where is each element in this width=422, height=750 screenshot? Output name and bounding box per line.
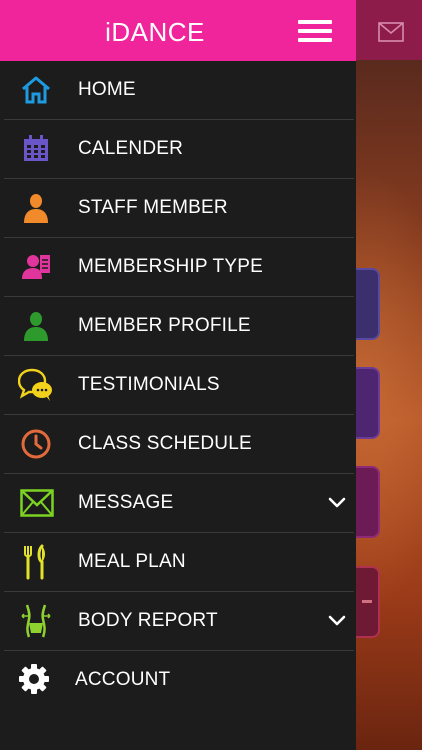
navigation-drawer: iDANCE HOME CALENDER STAFF MEMBER MEMBER…	[0, 0, 356, 750]
staff-member-icon	[24, 194, 48, 223]
membership-type-icon	[22, 255, 50, 279]
fork-knife-icon	[24, 544, 45, 580]
menu-item-label: ACCOUNT	[75, 669, 171, 690]
chevron-down-icon[interactable]	[328, 494, 346, 512]
drawer-header: iDANCE	[0, 0, 356, 61]
menu-item-label: STAFF MEMBER	[78, 197, 228, 218]
menu-item-member-profile[interactable]: MEMBER PROFILE	[4, 297, 354, 356]
drawer-menu: HOME CALENDER STAFF MEMBER MEMBERSHIP TY…	[0, 61, 356, 709]
menu-item-label: MEMBERSHIP TYPE	[78, 256, 263, 277]
menu-item-label: HOME	[78, 79, 136, 100]
menu-item-class-schedule[interactable]: CLASS SCHEDULE	[4, 415, 354, 474]
menu-item-membership-type[interactable]: MEMBERSHIP TYPE	[4, 238, 354, 297]
menu-item-testimonials[interactable]: TESTIMONIALS	[4, 356, 354, 415]
envelope-icon	[20, 489, 54, 517]
menu-item-label: BODY REPORT	[78, 610, 218, 631]
menu-item-home[interactable]: HOME	[4, 61, 354, 120]
background-button[interactable]	[356, 268, 380, 340]
body-icon	[21, 604, 51, 638]
menu-item-label: MESSAGE	[78, 492, 174, 513]
menu-item-label: CALENDER	[78, 138, 184, 159]
background-button[interactable]	[356, 566, 380, 638]
menu-item-account[interactable]: ACCOUNT	[4, 651, 354, 709]
menu-item-label: TESTIMONIALS	[78, 374, 220, 395]
background-screen	[356, 0, 422, 750]
mail-icon[interactable]	[378, 22, 404, 42]
menu-item-staff-member[interactable]: STAFF MEMBER	[4, 179, 354, 238]
background-topbar	[356, 0, 422, 60]
member-profile-icon	[24, 312, 48, 341]
testimonials-chat-icon	[18, 368, 52, 401]
background-button[interactable]	[356, 466, 380, 538]
hamburger-menu-icon[interactable]	[298, 18, 336, 44]
calendar-icon	[24, 135, 48, 161]
menu-item-label: MEMBER PROFILE	[78, 315, 251, 336]
chevron-down-icon[interactable]	[328, 612, 346, 630]
menu-item-label: CLASS SCHEDULE	[78, 433, 252, 454]
home-icon	[22, 76, 50, 104]
menu-item-body-report[interactable]: BODY REPORT	[4, 592, 354, 651]
background-button[interactable]	[356, 367, 380, 439]
menu-item-calender[interactable]: CALENDER	[4, 120, 354, 179]
clock-icon	[21, 429, 51, 459]
app-title: iDANCE	[105, 17, 205, 47]
gear-icon	[19, 664, 49, 694]
menu-item-message[interactable]: MESSAGE	[4, 474, 354, 533]
menu-item-meal-plan[interactable]: MEAL PLAN	[4, 533, 354, 592]
menu-item-label: MEAL PLAN	[78, 551, 186, 572]
